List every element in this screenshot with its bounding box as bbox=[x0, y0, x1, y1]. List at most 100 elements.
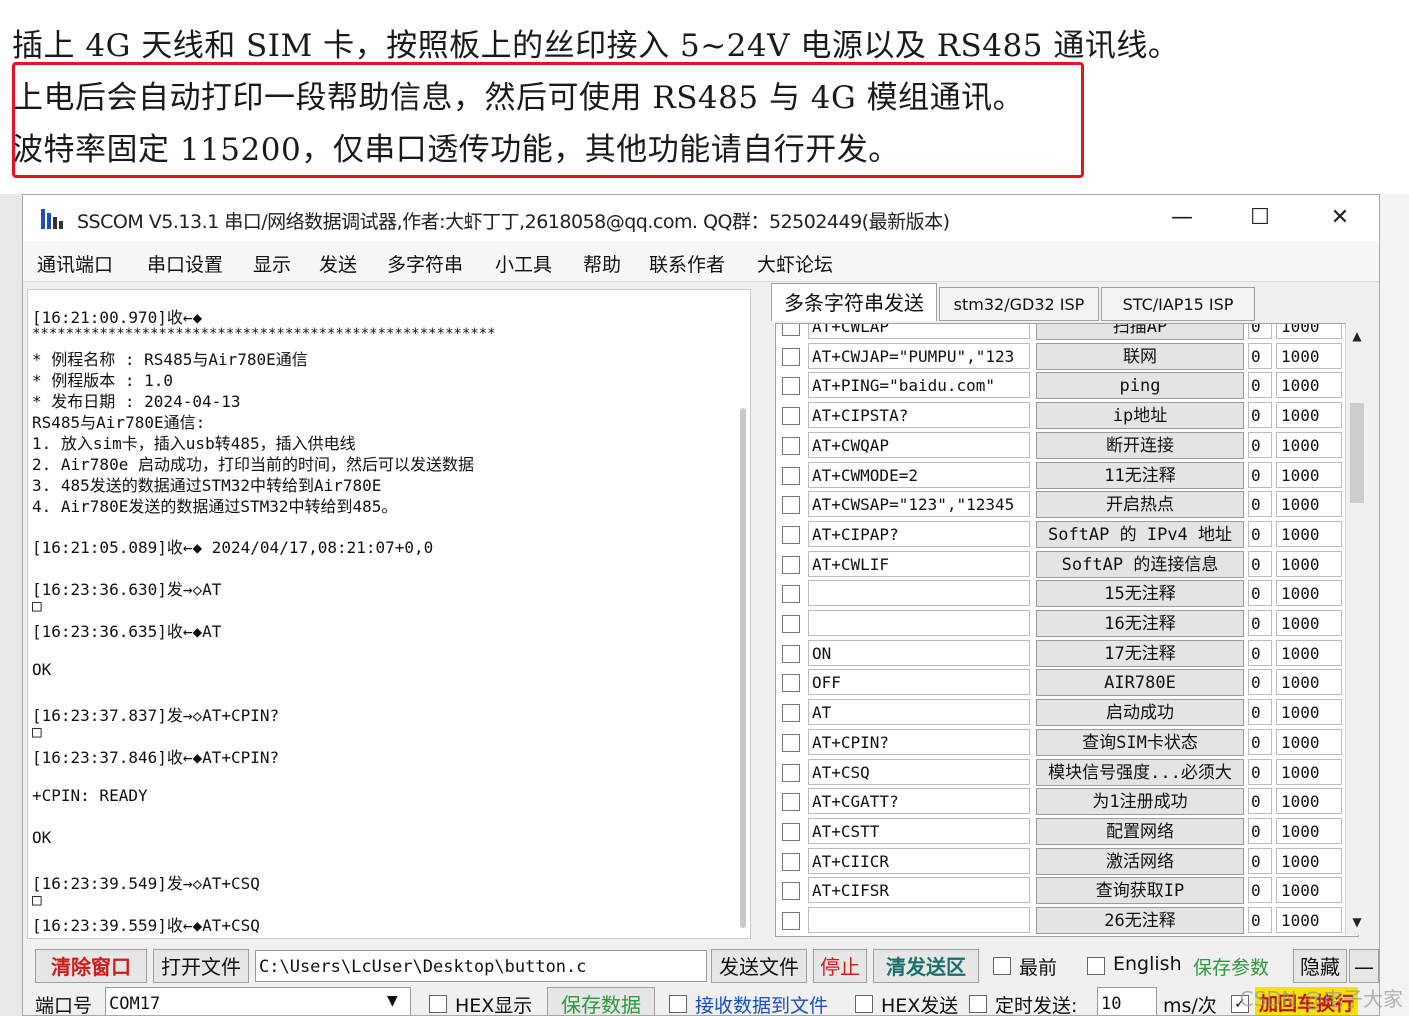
command-input[interactable]: ON bbox=[808, 639, 1030, 666]
row-checkbox[interactable] bbox=[782, 912, 800, 930]
row-checkbox[interactable] bbox=[782, 347, 800, 366]
delay-field[interactable]: 1000 bbox=[1276, 610, 1342, 636]
send-file-button[interactable]: 发送文件 bbox=[711, 949, 807, 983]
scroll-thumb[interactable] bbox=[1350, 403, 1364, 503]
hex-display-checkbox[interactable] bbox=[429, 995, 447, 1013]
order-field[interactable]: 0 bbox=[1248, 639, 1272, 666]
hide-button[interactable]: 隐藏 bbox=[1293, 949, 1347, 983]
delay-field[interactable]: 1000 bbox=[1276, 728, 1342, 755]
tab-stm32-isp[interactable]: stm32/GD32 ISP bbox=[939, 287, 1099, 321]
order-field[interactable]: 0 bbox=[1248, 847, 1272, 874]
row-checkbox[interactable] bbox=[782, 585, 800, 604]
minimize-button[interactable]: — bbox=[1143, 195, 1221, 241]
order-field[interactable]: 0 bbox=[1248, 788, 1272, 815]
row-checkbox[interactable] bbox=[782, 615, 800, 633]
send-command-button[interactable]: 启动成功 bbox=[1036, 699, 1244, 727]
recv-to-file-label[interactable]: 接收数据到文件 bbox=[695, 991, 828, 1015]
delay-field[interactable]: 1000 bbox=[1276, 907, 1342, 933]
order-field[interactable]: 0 bbox=[1248, 728, 1272, 755]
order-field[interactable]: 0 bbox=[1248, 520, 1272, 547]
send-command-button[interactable]: 扫描AP bbox=[1036, 324, 1244, 340]
order-field[interactable]: 0 bbox=[1248, 372, 1272, 399]
order-field[interactable]: 0 bbox=[1248, 491, 1272, 518]
delay-field[interactable]: 1000 bbox=[1276, 402, 1342, 429]
order-field[interactable]: 0 bbox=[1248, 431, 1272, 458]
command-input[interactable]: AT+CSTT bbox=[808, 817, 1030, 844]
grid-scrollbar[interactable]: ▲ ▼ bbox=[1345, 323, 1368, 935]
command-input[interactable] bbox=[808, 907, 1030, 933]
order-field[interactable]: 0 bbox=[1248, 669, 1272, 696]
save-data-button[interactable]: 保存数据 bbox=[547, 987, 655, 1015]
command-input[interactable]: AT+CIPAP? bbox=[808, 520, 1030, 547]
row-checkbox[interactable] bbox=[782, 466, 800, 485]
menu-item-port[interactable]: 通讯端口 bbox=[37, 250, 113, 277]
maximize-button[interactable]: ☐ bbox=[1221, 195, 1299, 241]
delay-field[interactable]: 1000 bbox=[1276, 699, 1342, 726]
scroll-down-icon[interactable]: ▼ bbox=[1348, 911, 1366, 933]
command-input[interactable]: AT+CWSAP="123","12345 bbox=[808, 491, 1030, 518]
close-button[interactable]: ✕ bbox=[1301, 195, 1379, 241]
menu-item-tools[interactable]: 小工具 bbox=[495, 250, 552, 277]
hex-send-checkbox[interactable] bbox=[855, 995, 873, 1013]
order-field[interactable]: 0 bbox=[1248, 877, 1272, 904]
delay-field[interactable]: 1000 bbox=[1276, 788, 1342, 815]
order-field[interactable]: 0 bbox=[1248, 758, 1272, 785]
menu-item-serial-settings[interactable]: 串口设置 bbox=[147, 250, 223, 277]
command-input[interactable]: AT+CWLAP bbox=[808, 324, 1030, 339]
row-checkbox[interactable] bbox=[782, 822, 800, 841]
clear-send-button[interactable]: 清发送区 bbox=[873, 949, 979, 983]
collapse-button[interactable]: — bbox=[1349, 949, 1379, 983]
row-checkbox[interactable] bbox=[782, 555, 800, 574]
row-checkbox[interactable] bbox=[782, 525, 800, 544]
row-checkbox[interactable] bbox=[782, 436, 800, 455]
menu-item-display[interactable]: 显示 bbox=[253, 250, 291, 277]
row-checkbox[interactable] bbox=[782, 733, 800, 752]
delay-field[interactable]: 1000 bbox=[1276, 461, 1342, 488]
send-command-button[interactable]: ping bbox=[1036, 372, 1244, 400]
delay-field[interactable]: 1000 bbox=[1276, 520, 1342, 547]
chevron-down-icon[interactable]: ▼ bbox=[387, 993, 398, 1009]
order-field[interactable]: 0 bbox=[1248, 324, 1272, 339]
delay-field[interactable]: 1000 bbox=[1276, 491, 1342, 518]
delay-field[interactable]: 1000 bbox=[1276, 550, 1342, 577]
send-command-button[interactable]: AIR780E bbox=[1036, 669, 1244, 697]
tab-multi-string-send[interactable]: 多条字符串发送 bbox=[771, 283, 937, 321]
command-input[interactable]: OFF bbox=[808, 669, 1030, 696]
row-checkbox[interactable] bbox=[782, 644, 800, 663]
file-path-field[interactable]: C:\Users\LcUser\Desktop\button.c bbox=[255, 950, 707, 982]
send-command-button[interactable]: 查询SIM卡状态 bbox=[1036, 728, 1244, 756]
row-checkbox[interactable] bbox=[782, 324, 800, 336]
row-checkbox[interactable] bbox=[782, 496, 800, 515]
english-checkbox[interactable] bbox=[1087, 957, 1105, 975]
command-input[interactable]: AT+CWMODE=2 bbox=[808, 461, 1030, 488]
order-field[interactable]: 0 bbox=[1248, 402, 1272, 429]
save-params-button[interactable]: 保存参数 bbox=[1193, 953, 1269, 980]
order-field[interactable]: 0 bbox=[1248, 461, 1272, 488]
command-input[interactable]: AT+CIICR bbox=[808, 847, 1030, 874]
log-scrollbar[interactable] bbox=[740, 408, 746, 928]
delay-field[interactable]: 1000 bbox=[1276, 342, 1342, 369]
command-input[interactable]: AT+CSQ bbox=[808, 758, 1030, 785]
command-input[interactable] bbox=[808, 610, 1030, 636]
command-input[interactable]: AT+CWLIF bbox=[808, 550, 1030, 577]
clear-window-button[interactable]: 清除窗口 bbox=[35, 949, 147, 983]
send-command-button[interactable]: 11无注释 bbox=[1036, 461, 1244, 489]
row-checkbox[interactable] bbox=[782, 407, 800, 426]
order-field[interactable]: 0 bbox=[1248, 550, 1272, 577]
menu-item-send[interactable]: 发送 bbox=[319, 250, 357, 277]
row-checkbox[interactable] bbox=[782, 852, 800, 871]
row-checkbox[interactable] bbox=[782, 793, 800, 812]
command-input[interactable]: AT+PING="baidu.com" bbox=[808, 372, 1030, 399]
receive-log[interactable]: [16:21:00.970]收←◆ **********************… bbox=[27, 289, 751, 939]
menu-item-help[interactable]: 帮助 bbox=[583, 250, 621, 277]
timed-send-checkbox[interactable] bbox=[969, 995, 987, 1013]
send-command-button[interactable]: 断开连接 bbox=[1036, 431, 1244, 459]
send-command-button[interactable]: 15无注释 bbox=[1036, 580, 1244, 608]
send-command-button[interactable]: 开启热点 bbox=[1036, 491, 1244, 519]
delay-field[interactable]: 1000 bbox=[1276, 639, 1342, 666]
order-field[interactable]: 0 bbox=[1248, 580, 1272, 607]
interval-field[interactable]: 10 bbox=[1097, 987, 1157, 1015]
menu-item-contact[interactable]: 联系作者 bbox=[649, 250, 725, 277]
stop-button[interactable]: 停止 bbox=[813, 949, 867, 983]
command-input[interactable]: AT+CIPSTA? bbox=[808, 402, 1030, 429]
